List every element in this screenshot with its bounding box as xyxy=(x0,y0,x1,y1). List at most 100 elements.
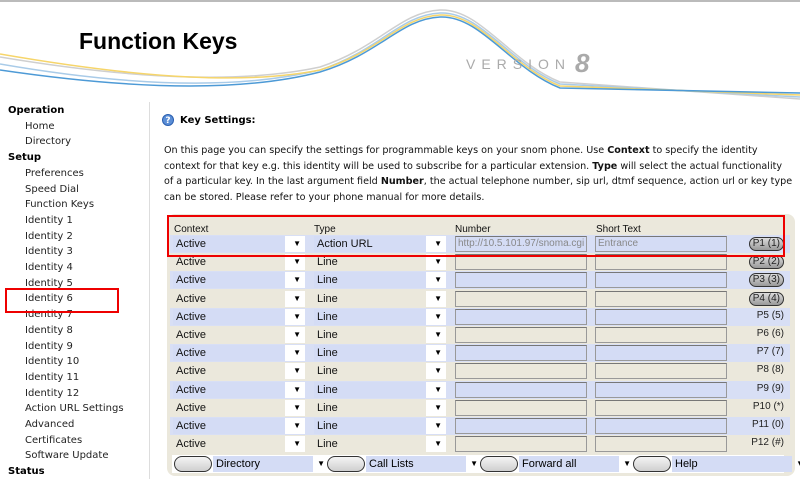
context-value: Active xyxy=(173,399,285,416)
sidebar-item-identity-2[interactable]: Identity 2 xyxy=(25,231,73,242)
softkey-select[interactable]: Forward all ▼ xyxy=(519,456,631,472)
type-select[interactable]: Line ▼ xyxy=(314,436,446,453)
context-select[interactable]: Active ▼ xyxy=(173,345,305,362)
short-text-input[interactable] xyxy=(595,290,727,307)
softkey-value: Directory xyxy=(213,456,313,472)
sidebar-item-identity-10[interactable]: Identity 10 xyxy=(25,356,79,367)
key-label[interactable]: P3 (3) xyxy=(748,273,784,288)
help-icon[interactable]: ? xyxy=(162,114,174,126)
key-label[interactable]: P2 (2) xyxy=(748,255,784,270)
highlight-box xyxy=(167,215,785,257)
softkey-select[interactable]: Call Lists ▼ xyxy=(366,456,478,472)
key-label: P9 (9) xyxy=(756,382,784,394)
section-heading: ? Key Settings: xyxy=(162,114,256,126)
sidebar-item-identity-9[interactable]: Identity 9 xyxy=(25,341,73,352)
softkey-button[interactable] xyxy=(633,456,671,472)
dropdown-arrow-icon: ▼ xyxy=(293,330,301,339)
dropdown-arrow-icon: ▼ xyxy=(434,402,442,412)
type-value: Line xyxy=(314,363,426,380)
context-value: Active xyxy=(173,363,285,380)
number-input[interactable] xyxy=(455,399,587,416)
key-label[interactable]: P4 (4) xyxy=(748,291,784,306)
softkey-select[interactable]: Help▼ xyxy=(672,456,800,472)
sidebar-item-home[interactable]: Home xyxy=(25,121,55,132)
sidebar-item-advanced[interactable]: Advanced xyxy=(25,419,74,430)
type-value: Line xyxy=(314,272,426,289)
short-text-input[interactable] xyxy=(595,308,727,325)
function-key-row: Active ▼ Line ▼ P3 (3) xyxy=(170,271,790,290)
dropdown-arrow-icon: ▼ xyxy=(796,456,800,472)
function-key-row: Active ▼ Line ▼ P10 (*) xyxy=(170,399,790,417)
number-input[interactable] xyxy=(455,363,587,380)
dropdown-arrow-icon: ▼ xyxy=(434,275,442,285)
short-text-input[interactable] xyxy=(595,345,727,362)
type-value: Line xyxy=(314,436,426,453)
short-text-input[interactable] xyxy=(595,436,727,453)
dropdown-arrow-icon: ▼ xyxy=(470,459,478,468)
sidebar-item-certificates[interactable]: Certificates xyxy=(25,435,82,446)
sidebar-item-identity-4[interactable]: Identity 4 xyxy=(25,262,73,273)
dropdown-arrow-icon: ▼ xyxy=(434,439,442,449)
context-select[interactable]: Active ▼ xyxy=(173,436,305,453)
short-text-input[interactable] xyxy=(595,381,727,398)
context-value: Active xyxy=(173,345,285,362)
context-select[interactable]: Active ▼ xyxy=(173,272,305,289)
description-keyword: Context xyxy=(607,145,650,156)
header: Function Keys VERSION 8 xyxy=(0,2,800,102)
dropdown-arrow-icon: ▼ xyxy=(293,348,301,358)
function-key-row: Active ▼ Line ▼ P5 (5) xyxy=(170,307,790,326)
softkey-button[interactable] xyxy=(327,456,365,472)
context-select[interactable]: Active ▼ xyxy=(173,290,305,307)
type-select[interactable]: Line ▼ xyxy=(314,308,446,325)
number-input[interactable] xyxy=(455,418,587,434)
sidebar-item-software-update[interactable]: Software Update xyxy=(25,450,108,461)
softkey-button[interactable] xyxy=(174,456,212,472)
short-text-input[interactable] xyxy=(595,399,727,416)
sidebar-item-function-keys[interactable]: Function Keys xyxy=(25,199,94,210)
sidebar-item-identity-1[interactable]: Identity 1 xyxy=(25,215,73,226)
number-input[interactable] xyxy=(455,290,587,307)
context-select[interactable]: Active ▼ xyxy=(173,327,305,343)
dropdown-arrow-icon: ▼ xyxy=(293,421,301,430)
type-select[interactable]: Line ▼ xyxy=(314,272,446,289)
type-value: Line xyxy=(314,381,426,398)
number-input[interactable] xyxy=(455,308,587,325)
sidebar-item-identity-8[interactable]: Identity 8 xyxy=(25,325,73,336)
sidebar-item-identity-12[interactable]: Identity 12 xyxy=(25,388,79,399)
sidebar-item-action-url-settings[interactable]: Action URL Settings xyxy=(25,403,124,414)
number-input[interactable] xyxy=(455,345,587,362)
type-select[interactable]: Line ▼ xyxy=(314,381,446,398)
softkey-button[interactable] xyxy=(480,456,518,472)
type-select[interactable]: Line ▼ xyxy=(314,345,446,362)
sidebar-item-preferences[interactable]: Preferences xyxy=(25,168,84,179)
sidebar-item-identity-11[interactable]: Identity 11 xyxy=(25,372,79,383)
context-select[interactable]: Active ▼ xyxy=(173,381,305,398)
context-select[interactable]: Active ▼ xyxy=(173,308,305,325)
type-select[interactable]: Line ▼ xyxy=(314,418,446,434)
type-select[interactable]: Line ▼ xyxy=(314,290,446,307)
type-select[interactable]: Line ▼ xyxy=(314,399,446,416)
sidebar-item-speed-dial[interactable]: Speed Dial xyxy=(25,184,79,195)
function-key-row: Active ▼ Line ▼ P11 (0) xyxy=(170,417,790,435)
type-select[interactable]: Line ▼ xyxy=(314,327,446,343)
context-select[interactable]: Active ▼ xyxy=(173,399,305,416)
sidebar-section-operation: Operation xyxy=(8,105,65,116)
softkey-select[interactable]: Directory ▼ xyxy=(213,456,325,472)
description-keyword: Number xyxy=(380,176,424,187)
sidebar-item-identity-3[interactable]: Identity 3 xyxy=(25,246,73,257)
number-input[interactable] xyxy=(455,381,587,398)
softkey-value: Forward all xyxy=(519,456,619,472)
short-text-input[interactable] xyxy=(595,418,727,434)
number-input[interactable] xyxy=(455,436,587,453)
short-text-input[interactable] xyxy=(595,272,727,289)
type-select[interactable]: Line ▼ xyxy=(314,363,446,380)
short-text-input[interactable] xyxy=(595,363,727,380)
number-input[interactable] xyxy=(455,272,587,289)
context-select[interactable]: Active ▼ xyxy=(173,363,305,380)
dropdown-arrow-icon: ▼ xyxy=(293,402,301,412)
context-select[interactable]: Active ▼ xyxy=(173,418,305,434)
short-text-input[interactable] xyxy=(595,327,727,343)
key-label: P12 (#) xyxy=(751,437,784,449)
number-input[interactable] xyxy=(455,327,587,343)
sidebar-item-directory[interactable]: Directory xyxy=(25,136,71,147)
